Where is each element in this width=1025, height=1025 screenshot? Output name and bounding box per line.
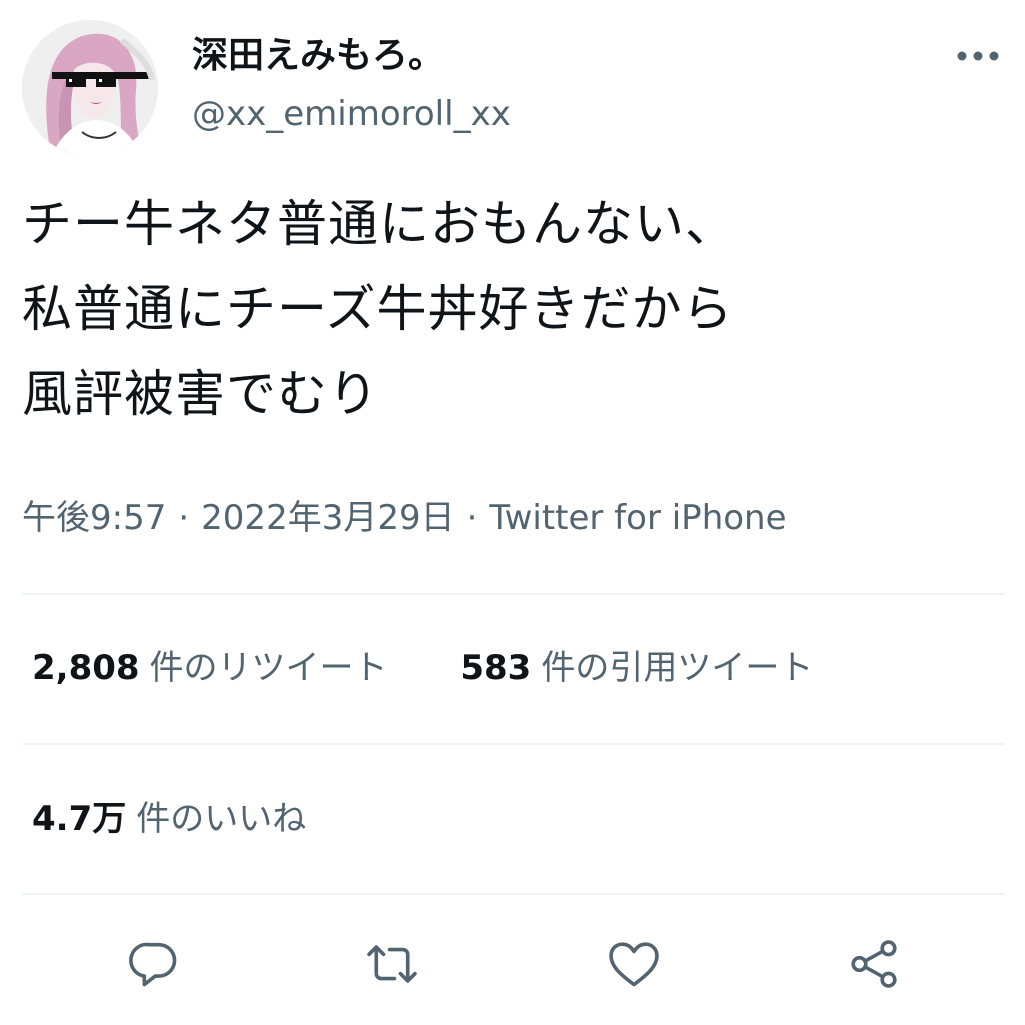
like-count-link[interactable]: 4.7万 件のいいね bbox=[32, 795, 306, 843]
more-options-button[interactable] bbox=[950, 40, 1006, 72]
tweet-text: チー牛ネタ普通におもんない、 私普通にチーズ牛丼好きだから 風評被害でむり bbox=[22, 182, 1002, 437]
meta-separator: · bbox=[466, 498, 478, 538]
retweet-icon bbox=[367, 945, 417, 983]
tweet-text-line: 風評被害でむり bbox=[22, 365, 379, 423]
tweet-time[interactable]: 午後9:57 bbox=[22, 498, 166, 538]
like-count: 4.7万 bbox=[32, 799, 127, 839]
reply-icon bbox=[129, 942, 177, 987]
retweet-count: 2,808 bbox=[32, 648, 140, 688]
tweet-actions-bar bbox=[0, 932, 1025, 996]
author-handle[interactable]: @xx_emimoroll_xx bbox=[192, 92, 511, 136]
tweet-date[interactable]: 2022年3月29日 bbox=[201, 498, 454, 538]
stats-row-retweets: 2,808 件のリツイート 583 件の引用ツイート bbox=[32, 644, 813, 692]
like-count-label: 件のいいね bbox=[136, 799, 307, 839]
like-icon bbox=[609, 942, 659, 987]
divider bbox=[22, 593, 1005, 595]
reply-button[interactable] bbox=[122, 932, 186, 996]
retweet-count-link[interactable]: 2,808 件のリツイート bbox=[32, 644, 388, 692]
tweet-text-line: チー牛ネタ普通におもんない、 bbox=[22, 195, 736, 253]
meta-separator: · bbox=[178, 498, 190, 538]
divider bbox=[22, 893, 1005, 895]
quote-count-label: 件の引用ツイート bbox=[541, 648, 814, 688]
share-icon bbox=[851, 940, 897, 988]
quote-count: 583 bbox=[460, 648, 532, 688]
more-horizontal-icon bbox=[957, 51, 999, 61]
retweet-count-label: 件のリツイート bbox=[149, 648, 388, 688]
divider bbox=[22, 743, 1005, 745]
stats-row-likes: 4.7万 件のいいね bbox=[32, 795, 306, 843]
tweet-text-line: 私普通にチーズ牛丼好きだから bbox=[22, 280, 734, 338]
retweet-button[interactable] bbox=[360, 932, 424, 996]
tweet-source[interactable]: Twitter for iPhone bbox=[489, 498, 786, 538]
author-display-name[interactable]: 深田えみもろ。 bbox=[192, 34, 444, 78]
share-button[interactable] bbox=[842, 932, 906, 996]
like-button[interactable] bbox=[602, 932, 666, 996]
avatar[interactable] bbox=[22, 20, 158, 156]
quote-count-link[interactable]: 583 件の引用ツイート bbox=[460, 644, 813, 692]
tweet-meta: 午後9:57 · 2022年3月29日 · Twitter for iPhone bbox=[22, 494, 787, 542]
profile-avatar-image bbox=[22, 20, 158, 156]
